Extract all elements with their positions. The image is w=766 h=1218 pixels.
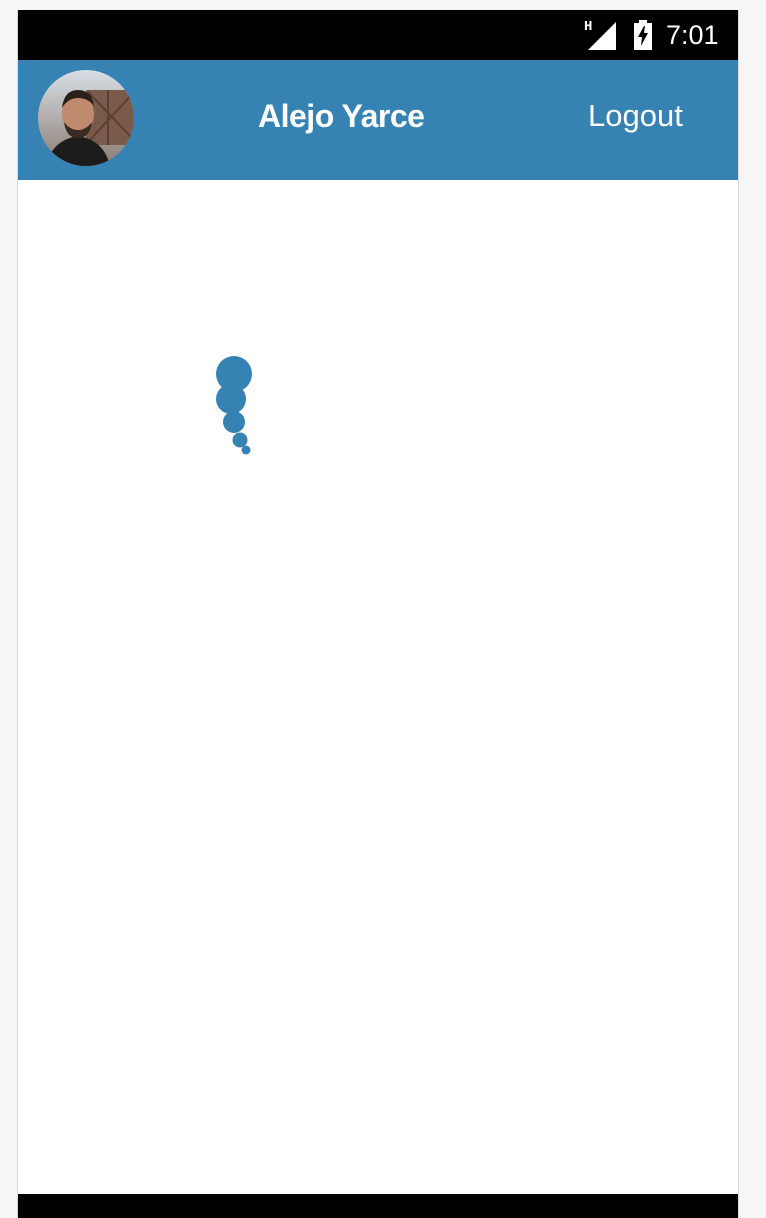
avatar-photo xyxy=(38,70,134,166)
logout-button[interactable]: Logout xyxy=(588,98,683,134)
battery-charging-icon xyxy=(634,20,652,50)
app-header: Alejo Yarce Logout xyxy=(18,60,738,180)
user-avatar[interactable] xyxy=(38,70,134,166)
phone-screen: H 7:01 Alejo Yarce Logout xyxy=(17,10,739,1218)
signal-icon xyxy=(588,22,616,50)
system-navigation-bar xyxy=(18,1194,738,1218)
clock-time: 7:01 xyxy=(666,20,719,50)
user-name: Alejo Yarce xyxy=(258,98,425,134)
loading-spinner-icon xyxy=(216,356,252,455)
status-bar: H 7:01 xyxy=(18,10,738,60)
